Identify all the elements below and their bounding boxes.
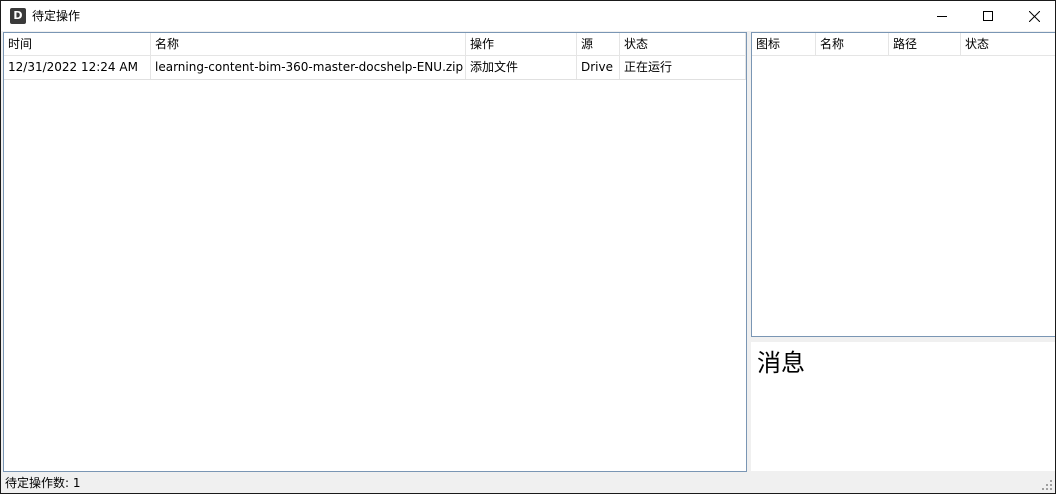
column-header-name[interactable]: 名称 [151, 33, 466, 55]
column-header-time[interactable]: 时间 [4, 33, 151, 55]
close-icon [1028, 10, 1040, 22]
column-header-name[interactable]: 名称 [816, 33, 889, 55]
cell-source: Drive [577, 56, 620, 79]
table-row[interactable]: 12/31/2022 12:24 AM learning-content-bim… [4, 56, 746, 80]
column-header-path[interactable]: 路径 [889, 33, 961, 55]
maximize-icon [983, 11, 993, 21]
minimize-icon [937, 16, 947, 17]
details-header: 图标 名称 路径 状态 [752, 33, 1055, 56]
column-header-source[interactable]: 源 [577, 33, 620, 55]
cell-time: 12/31/2022 12:24 AM [4, 56, 151, 79]
cell-operation: 添加文件 [466, 56, 577, 79]
column-header-operation[interactable]: 操作 [466, 33, 577, 55]
cell-status: 正在运行 [620, 56, 746, 79]
messages-title: 消息 [757, 349, 805, 377]
resize-grip-icon[interactable] [1041, 479, 1053, 491]
status-bar: 待定操作数: 1 [1, 472, 1055, 493]
close-button[interactable] [1011, 1, 1055, 31]
title-bar[interactable]: D 待定操作 [1, 1, 1055, 31]
column-header-icon[interactable]: 图标 [752, 33, 816, 55]
operations-header: 时间 名称 操作 源 状态 [4, 33, 746, 56]
maximize-button[interactable] [965, 1, 1011, 31]
operations-list[interactable]: 时间 名称 操作 源 状态 12/31/2022 12:24 AM learni… [3, 32, 747, 472]
column-header-status[interactable]: 状态 [620, 33, 746, 55]
window-title: 待定操作 [32, 9, 81, 23]
app-icon: D [10, 8, 26, 24]
cell-name: learning-content-bim-360-master-docshelp… [151, 56, 466, 79]
minimize-button[interactable] [919, 1, 965, 31]
details-list[interactable]: 图标 名称 路径 状态 [751, 32, 1055, 337]
column-header-status[interactable]: 状态 [961, 33, 1055, 55]
pending-operations-window: D 待定操作 时间 名称 操作 源 状态 12/31/2022 12:24 AM… [0, 0, 1056, 494]
messages-panel: 消息 [751, 342, 1055, 471]
pending-count-text: 待定操作数: 1 [5, 476, 81, 490]
